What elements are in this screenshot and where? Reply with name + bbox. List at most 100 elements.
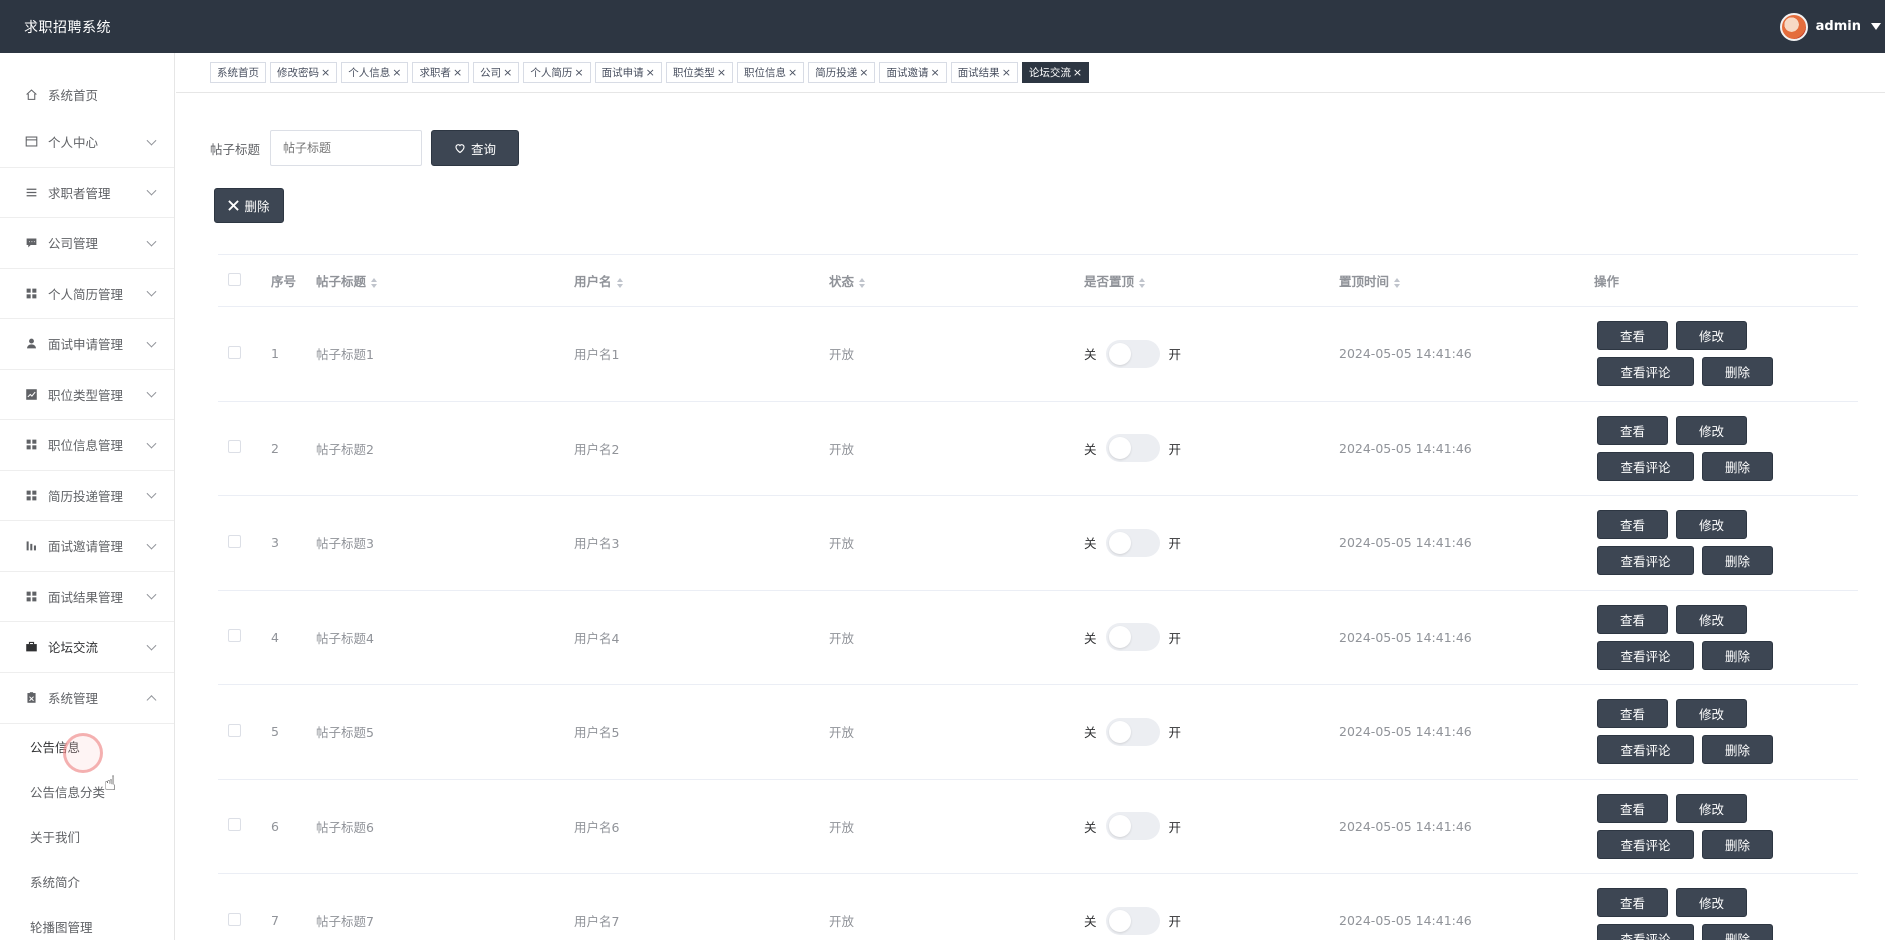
close-icon[interactable]: × (321, 66, 330, 79)
avatar[interactable] (1779, 12, 1808, 41)
sort-icon[interactable] (859, 277, 866, 288)
close-icon[interactable]: × (717, 66, 726, 79)
sidebar-item-companies[interactable]: 公司管理 (0, 218, 174, 269)
pin-toggle[interactable] (1105, 906, 1160, 935)
tab-tag[interactable]: 公司 × (473, 62, 520, 83)
edit-button[interactable]: 修改 (1676, 415, 1747, 445)
submenu-item-carousel[interactable]: 轮播图管理 (0, 904, 174, 940)
tab-tag[interactable]: 面试申请 × (594, 62, 662, 83)
username[interactable]: admin (1816, 19, 1861, 34)
submenu-item-about[interactable]: 关于我们 (0, 814, 174, 859)
sort-icon[interactable] (616, 277, 623, 288)
chevron-down-icon[interactable] (146, 135, 157, 146)
view-comments-button[interactable]: 查看评论 (1597, 735, 1694, 765)
view-button[interactable]: 查看 (1597, 321, 1668, 351)
search-input[interactable] (270, 130, 422, 166)
tab-tag[interactable]: 个人信息 × (341, 62, 409, 83)
pin-toggle[interactable] (1105, 339, 1160, 368)
tab-tag[interactable]: 个人简历 × (523, 62, 591, 83)
tab-tag[interactable]: 面试结果 × (950, 62, 1018, 83)
edit-button[interactable]: 修改 (1676, 793, 1747, 823)
chevron-down-icon[interactable] (146, 236, 157, 247)
sidebar-item-positions[interactable]: 职位信息管理 (0, 420, 174, 471)
tab-tag[interactable]: 简历投递 × (808, 62, 876, 83)
row-checkbox[interactable] (228, 912, 241, 926)
chevron-down-icon[interactable] (146, 286, 157, 297)
close-icon[interactable]: × (392, 66, 401, 79)
pin-toggle[interactable] (1105, 812, 1160, 841)
pin-toggle[interactable] (1105, 623, 1160, 652)
view-comments-button[interactable]: 查看评论 (1597, 546, 1694, 576)
edit-button[interactable]: 修改 (1676, 888, 1747, 918)
header-status[interactable]: 状态 (829, 271, 1084, 290)
view-button[interactable]: 查看 (1597, 888, 1668, 918)
tab-tag[interactable]: 面试邀请 × (879, 62, 947, 83)
sidebar-item-resumes[interactable]: 个人简历管理 (0, 269, 174, 319)
edit-button[interactable]: 修改 (1676, 510, 1747, 540)
chevron-down-icon[interactable] (146, 539, 157, 550)
row-checkbox[interactable] (228, 534, 241, 548)
view-button[interactable]: 查看 (1597, 699, 1668, 729)
view-button[interactable]: 查看 (1597, 415, 1668, 445)
tab-tag[interactable]: 职位类型 × (665, 62, 734, 83)
view-button[interactable]: 查看 (1597, 793, 1668, 823)
chevron-down-icon[interactable] (146, 337, 157, 348)
sort-icon[interactable] (1139, 277, 1146, 288)
edit-button[interactable]: 修改 (1676, 699, 1747, 729)
sidebar-item-personal-center[interactable]: 个人中心 (0, 117, 174, 168)
row-checkbox[interactable] (228, 440, 241, 454)
sidebar-item-invitations[interactable]: 面试邀请管理 (0, 521, 174, 572)
delete-button[interactable]: 删除 (1702, 546, 1773, 576)
header-pinned[interactable]: 是否置顶 (1084, 271, 1339, 290)
chevron-down-icon[interactable] (146, 488, 157, 499)
sidebar-item-interview-applications[interactable]: 面试申请管理 (0, 319, 174, 370)
query-button[interactable]: 查询 (431, 130, 519, 166)
sort-icon[interactable] (1394, 277, 1401, 288)
close-icon[interactable]: × (1073, 66, 1082, 79)
chevron-down-icon[interactable] (146, 387, 157, 398)
delete-button[interactable]: 删除 (1702, 640, 1773, 670)
close-icon[interactable]: × (574, 66, 583, 79)
row-checkbox[interactable] (228, 345, 241, 359)
delete-button[interactable]: 删除 (1702, 357, 1773, 387)
view-button[interactable]: 查看 (1597, 510, 1668, 540)
chevron-down-icon[interactable] (146, 589, 157, 600)
header-user[interactable]: 用户名 (574, 271, 829, 290)
edit-button[interactable]: 修改 (1676, 321, 1747, 351)
row-checkbox[interactable] (228, 629, 241, 643)
sidebar-item-forum[interactable]: 论坛交流 (0, 622, 174, 673)
sort-icon[interactable] (371, 277, 378, 288)
sidebar-item-results[interactable]: 面试结果管理 (0, 572, 174, 622)
chevron-down-icon[interactable] (146, 185, 157, 196)
batch-delete-button[interactable]: 删除 (214, 188, 284, 223)
view-button[interactable]: 查看 (1597, 604, 1668, 634)
sidebar-item-position-types[interactable]: 职位类型管理 (0, 370, 174, 420)
chevron-down-icon[interactable] (146, 640, 157, 651)
close-icon[interactable]: × (646, 66, 655, 79)
close-icon[interactable]: × (453, 66, 462, 79)
view-comments-button[interactable]: 查看评论 (1597, 357, 1694, 387)
delete-button[interactable]: 删除 (1702, 829, 1773, 859)
sidebar-item-home[interactable]: 系统首页 (0, 71, 174, 117)
pin-toggle[interactable] (1105, 717, 1160, 746)
user-menu[interactable]: admin (1779, 12, 1885, 41)
submenu-item-notice-categories[interactable]: 公告信息分类 (0, 769, 174, 814)
select-all-checkbox[interactable] (228, 272, 241, 286)
view-comments-button[interactable]: 查看评论 (1597, 640, 1694, 670)
tab-tag[interactable]: 系统首页 (210, 62, 266, 83)
close-icon[interactable]: × (930, 66, 939, 79)
view-comments-button[interactable]: 查看评论 (1597, 829, 1694, 859)
view-comments-button[interactable]: 查看评论 (1597, 451, 1694, 481)
header-title[interactable]: 帖子标题 (316, 271, 574, 290)
close-icon[interactable]: × (1002, 66, 1011, 79)
row-checkbox[interactable] (228, 818, 241, 832)
tab-tag[interactable]: 修改密码 × (270, 62, 338, 83)
caret-down-icon[interactable] (1871, 23, 1881, 30)
close-icon[interactable]: × (859, 66, 868, 79)
pin-toggle[interactable] (1105, 434, 1160, 463)
chevron-down-icon[interactable] (146, 438, 157, 449)
delete-button[interactable]: 删除 (1702, 924, 1773, 940)
row-checkbox[interactable] (228, 723, 241, 737)
sidebar-item-system[interactable]: 系统管理 (0, 673, 174, 724)
submenu-item-intro[interactable]: 系统简介 (0, 859, 174, 904)
